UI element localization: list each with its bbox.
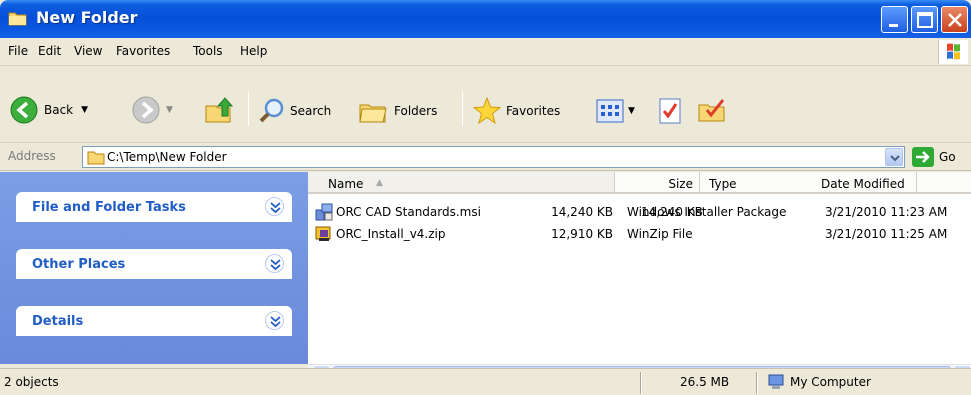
- folder-check-button[interactable]: [697, 96, 727, 124]
- section-title[interactable]: File and Folder Tasks: [32, 200, 186, 215]
- views-button[interactable]: ▼: [596, 99, 635, 123]
- dropdown-arrow-icon[interactable]: ▼: [628, 106, 635, 116]
- forward-button[interactable]: ▼: [132, 96, 173, 124]
- title-bar[interactable]: New Folder: [0, 0, 971, 38]
- views-icon: [596, 99, 624, 123]
- folders-icon: [359, 104, 387, 123]
- file-size: 12,910 KB: [551, 227, 613, 241]
- section-title[interactable]: Other Places: [32, 257, 125, 272]
- minimize-icon: [889, 24, 898, 27]
- back-label: Back: [44, 103, 74, 117]
- close-icon: [948, 13, 962, 27]
- go-button[interactable]: [912, 147, 934, 167]
- folders-button[interactable]: Folders: [358, 97, 437, 125]
- file-name: ORC CAD Standards.msi: [336, 205, 481, 219]
- maximize-button[interactable]: [911, 6, 938, 33]
- windows-logo-icon: [938, 40, 968, 64]
- address-label: Address: [8, 149, 56, 163]
- window-title: New Folder: [36, 8, 138, 27]
- winzip-icon: [315, 226, 331, 241]
- file-type: Windows Installer Package: [627, 205, 787, 219]
- menu-help[interactable]: Help: [240, 44, 267, 58]
- msi-installer-icon: [315, 203, 333, 221]
- column-header-size[interactable]: Size: [615, 172, 700, 194]
- forward-arrow-icon: [132, 96, 160, 124]
- chevron-down-icon: [890, 155, 900, 162]
- go-label[interactable]: Go: [939, 150, 956, 164]
- menu-view[interactable]: View: [74, 44, 102, 58]
- file-name: ORC_Install_v4.zip: [336, 227, 446, 241]
- search-icon: [259, 98, 284, 123]
- go-arrow-icon: [916, 151, 930, 163]
- checklist-button[interactable]: [657, 97, 683, 125]
- up-folder-button[interactable]: [203, 94, 235, 126]
- expand-chevron-icon[interactable]: [265, 311, 284, 330]
- folder-icon: [8, 12, 27, 26]
- status-bar: 2 objects 26.5 MB My Computer: [0, 368, 971, 395]
- favorites-button[interactable]: Favorites: [472, 96, 560, 126]
- address-dropdown-button[interactable]: [885, 148, 903, 166]
- section-title[interactable]: Details: [32, 314, 83, 329]
- file-folder-tasks-section[interactable]: File and Folder Tasks: [16, 192, 292, 222]
- menu-edit[interactable]: Edit: [38, 44, 61, 58]
- folders-label: Folders: [394, 104, 438, 118]
- expand-chevron-icon[interactable]: [265, 197, 284, 216]
- star-icon: [472, 96, 502, 125]
- menu-tools[interactable]: Tools: [193, 44, 223, 58]
- status-size: 26.5 MB: [680, 375, 730, 389]
- task-pane: File and Folder Tasks Other Places Detai…: [0, 172, 308, 364]
- file-date-modified: 3/21/2010 11:23 AM: [825, 205, 948, 219]
- column-header-date-modified[interactable]: Date Modified: [821, 172, 971, 194]
- status-object-count: 2 objects: [4, 375, 59, 389]
- menu-file[interactable]: File: [8, 44, 28, 58]
- back-button[interactable]: Back ▼: [10, 96, 88, 124]
- other-places-section[interactable]: Other Places: [16, 249, 292, 279]
- file-size: 14,240 KB: [551, 205, 613, 219]
- up-folder-icon: [205, 97, 234, 123]
- file-type: WinZip File: [627, 227, 693, 241]
- status-location: My Computer: [790, 375, 871, 389]
- sort-ascending-icon: ▲: [376, 178, 383, 188]
- expand-chevron-icon[interactable]: [265, 254, 284, 273]
- menu-favorites[interactable]: Favorites: [116, 44, 170, 58]
- explorer-window: New Folder File Edit View Favorites Tool…: [0, 0, 971, 395]
- maximize-icon: [917, 12, 933, 28]
- dropdown-arrow-icon[interactable]: ▼: [81, 105, 88, 115]
- column-header-name[interactable]: Name ▲: [308, 172, 615, 194]
- file-date-modified: 3/21/2010 11:25 AM: [825, 227, 948, 241]
- menu-bar: File Edit View Favorites Tools Help: [0, 38, 971, 66]
- address-field[interactable]: C:\Temp\New Folder: [82, 146, 905, 168]
- address-bar: Address C:\Temp\New Folder Go: [0, 143, 971, 171]
- dropdown-arrow-icon[interactable]: ▼: [166, 105, 173, 115]
- folder-check-icon: [698, 99, 725, 122]
- file-list: Name ▲ Size Type Date Modified ORC CAD S…: [308, 172, 971, 364]
- details-section[interactable]: Details: [16, 306, 292, 336]
- checklist-icon: [659, 98, 681, 124]
- my-computer-icon: [768, 374, 784, 389]
- minimize-button[interactable]: [881, 6, 908, 33]
- favorites-label: Favorites: [506, 104, 561, 118]
- address-value: C:\Temp\New Folder: [107, 150, 227, 164]
- search-button[interactable]: Search: [258, 97, 331, 125]
- search-label: Search: [290, 104, 332, 118]
- folder-icon: [87, 151, 105, 165]
- close-button[interactable]: [941, 6, 968, 33]
- back-arrow-icon: [10, 96, 38, 124]
